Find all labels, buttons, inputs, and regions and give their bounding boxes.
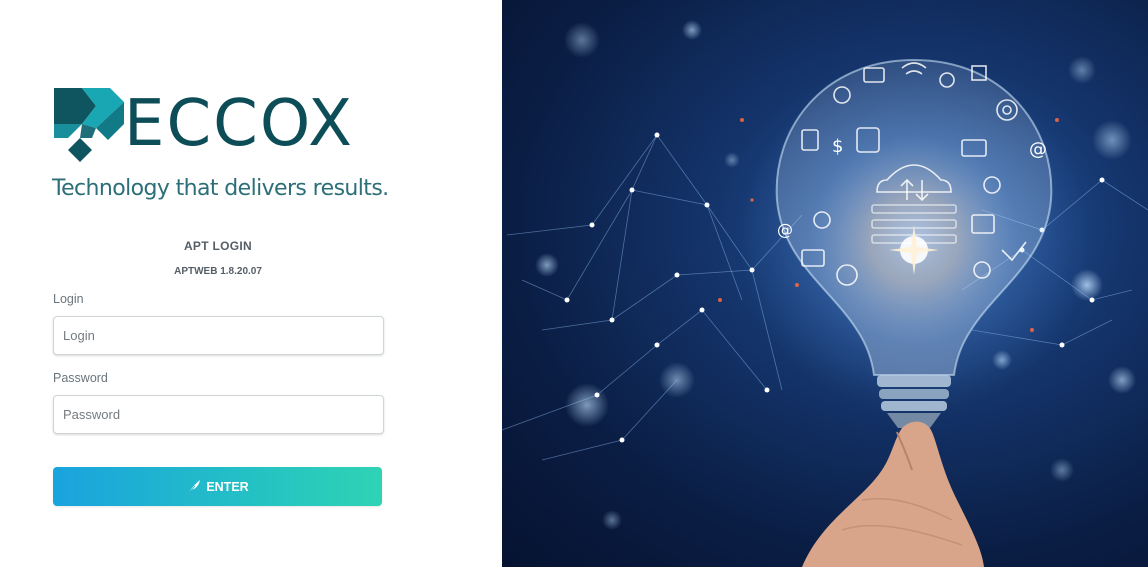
login-panel: ECCOX Technology that delivers results. … xyxy=(0,0,502,567)
svg-text:@: @ xyxy=(1029,139,1047,160)
password-label: Password xyxy=(53,371,108,385)
enter-button-label: ENTER xyxy=(206,479,249,494)
enter-button[interactable]: ENTER xyxy=(53,467,382,506)
app-version: APTWEB 1.8.20.07 xyxy=(174,266,262,277)
feather-icon xyxy=(186,479,202,495)
hero-image: $ @ @ xyxy=(502,0,1148,567)
login-input[interactable] xyxy=(53,316,384,355)
login-label: Login xyxy=(53,292,84,306)
login-page: ECCOX Technology that delivers results. … xyxy=(0,0,1148,567)
svg-text:@: @ xyxy=(777,220,793,239)
brand-tagline: Technology that delivers results. xyxy=(52,176,389,201)
lightbulb-network-illustration: $ @ @ xyxy=(502,20,1148,567)
password-input[interactable] xyxy=(53,395,384,434)
eccox-logo-mark-icon xyxy=(54,88,124,162)
eccox-logo: ECCOX Technology that delivers results. xyxy=(52,84,389,210)
login-title: APT LOGIN xyxy=(183,239,253,253)
hand xyxy=(802,421,984,567)
svg-text:$: $ xyxy=(832,136,843,157)
brand-wordmark: ECCOX xyxy=(124,87,354,161)
